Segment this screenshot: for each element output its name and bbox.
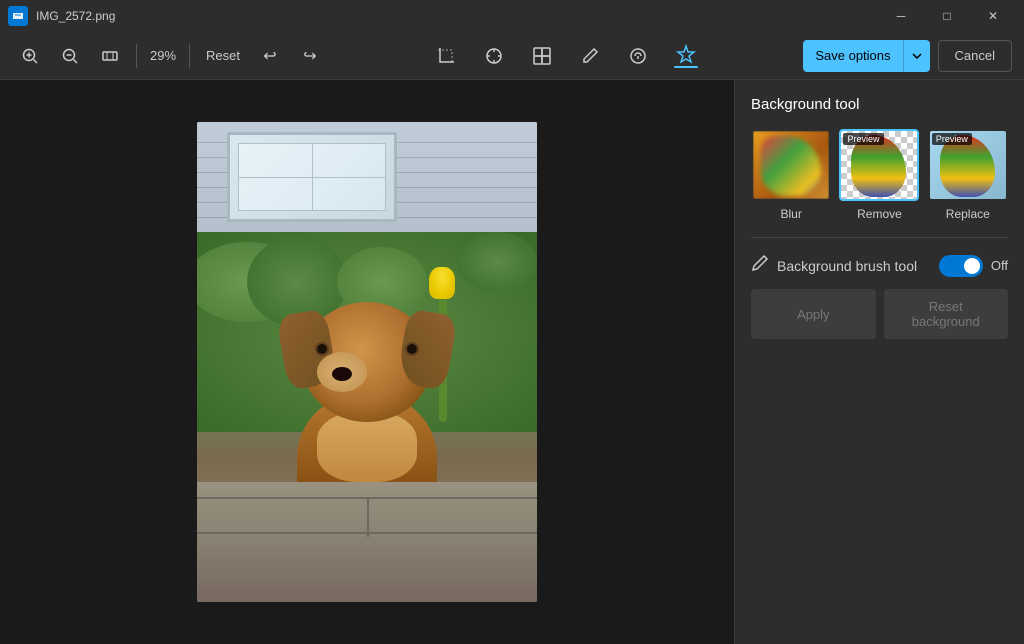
close-button[interactable]: ✕ (970, 0, 1016, 32)
retouch-tool-button[interactable] (618, 38, 658, 74)
save-options-button[interactable]: Save options (803, 40, 902, 72)
replace-label: Replace (946, 207, 990, 221)
action-buttons: Apply Reset background (751, 289, 1008, 339)
separator-1 (136, 44, 137, 68)
save-dropdown-button[interactable] (903, 40, 930, 72)
toolbar-right: Save options Cancel (803, 40, 1012, 72)
replace-option[interactable]: Preview Replace (928, 129, 1008, 221)
background-tool-button[interactable] (666, 38, 706, 74)
window-controls: ─ □ ✕ (878, 0, 1016, 32)
remove-option[interactable]: Preview Remove (839, 129, 919, 221)
reset-button[interactable]: Reset (198, 38, 248, 74)
remove-thumbnail: Preview (839, 129, 919, 201)
toolbar: 29% Reset ↩ ↪ Save options (0, 32, 1024, 80)
brush-icon (751, 254, 769, 277)
cancel-button[interactable]: Cancel (938, 40, 1012, 72)
zoom-level: 29% (145, 48, 181, 63)
background-options: Blur Preview Remove Preview (751, 129, 1008, 221)
apply-button[interactable]: Apply (751, 289, 876, 339)
photo-scene (197, 122, 537, 602)
separator-2 (189, 44, 190, 68)
filter-tool-button[interactable] (522, 38, 562, 74)
brush-tool-toggle[interactable] (939, 255, 983, 277)
adjust-tool-button[interactable] (474, 38, 514, 74)
fit-view-button[interactable] (92, 38, 128, 74)
brush-tool-label: Background brush tool (777, 258, 931, 274)
toggle-state-label: Off (991, 258, 1008, 273)
blur-option[interactable]: Blur (751, 129, 831, 221)
save-options-group: Save options (803, 40, 929, 72)
blur-label: Blur (780, 207, 801, 221)
image-container (197, 122, 537, 602)
app-icon (8, 6, 28, 26)
tools-center (332, 38, 799, 74)
brush-tool-row: Background brush tool Off (751, 254, 1008, 277)
title-bar: IMG_2572.png ─ □ ✕ (0, 0, 1024, 32)
preview-badge-remove: Preview (843, 133, 883, 145)
reset-background-button[interactable]: Reset background (884, 289, 1009, 339)
window (227, 132, 397, 222)
blur-thumbnail (751, 129, 831, 201)
minimize-button[interactable]: ─ (878, 0, 924, 32)
undo-button[interactable]: ↩ (252, 38, 288, 74)
toggle-knob (964, 258, 980, 274)
panel-header: Background tool (751, 96, 1008, 113)
preview-badge-replace: Preview (932, 133, 972, 145)
window-title: IMG_2572.png (36, 9, 115, 23)
remove-label: Remove (857, 207, 902, 221)
dog-image (197, 122, 537, 602)
main-content: Background tool Blur Preview (0, 80, 1024, 644)
parrot-blur-shape (761, 136, 821, 196)
panel-divider (751, 237, 1008, 238)
maximize-button[interactable]: □ (924, 0, 970, 32)
redo-button[interactable]: ↪ (292, 38, 328, 74)
zoom-out-button[interactable] (52, 38, 88, 74)
zoom-in-button[interactable] (12, 38, 48, 74)
right-panel: Background tool Blur Preview (734, 80, 1024, 644)
ground (197, 482, 537, 602)
toggle-container: Off (939, 255, 1008, 277)
title-bar-left: IMG_2572.png (8, 6, 115, 26)
canvas-area (0, 80, 734, 644)
crop-tool-button[interactable] (426, 38, 466, 74)
markup-tool-button[interactable] (570, 38, 610, 74)
replace-thumbnail: Preview (928, 129, 1008, 201)
